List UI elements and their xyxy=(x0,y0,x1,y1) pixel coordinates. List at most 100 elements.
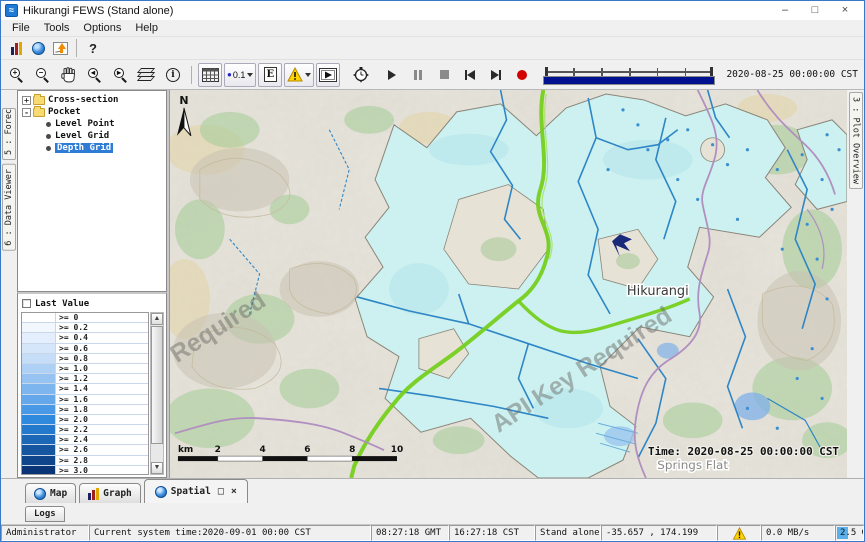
main-area: 5 : Forecast 6 : Data Viewer + Cross-sec… xyxy=(1,90,864,478)
scroll-thumb[interactable] xyxy=(151,326,163,444)
legend-row[interactable]: >= 2.8 xyxy=(22,456,148,466)
tab-data-viewer[interactable]: 6 : Data Viewer xyxy=(2,164,16,251)
legend-row[interactable]: >= 2.2 xyxy=(22,425,148,435)
threshold-dropdown-button[interactable]: ● 0.1 xyxy=(224,63,256,87)
zoom-in-button[interactable]: + xyxy=(5,63,29,87)
tree-item-level-grid[interactable]: Level Grid xyxy=(44,130,166,142)
help-button[interactable]: ? xyxy=(83,38,103,58)
legend-row[interactable]: >= 0.6 xyxy=(22,344,148,354)
database-display-button[interactable] xyxy=(6,38,26,58)
layers-button[interactable] xyxy=(135,63,159,87)
zoom-out-button[interactable]: − xyxy=(31,63,55,87)
timeline-track xyxy=(545,67,713,76)
maximize-button[interactable]: □ xyxy=(800,2,830,19)
pause-button[interactable] xyxy=(406,63,430,87)
legend-row[interactable]: >= 1.8 xyxy=(22,405,148,415)
legend-row[interactable]: >= 0.2 xyxy=(22,323,148,333)
legend-row[interactable]: >= 0.4 xyxy=(22,333,148,343)
tab-close-icon[interactable]: × xyxy=(231,486,237,497)
layers-icon xyxy=(139,68,155,82)
spatial-display-button[interactable] xyxy=(50,38,70,58)
legend-scrollbar[interactable]: ▲ ▼ xyxy=(150,312,164,475)
legend-row[interactable]: >= 2.0 xyxy=(22,415,148,425)
expander-icon[interactable]: + xyxy=(22,96,31,105)
last-value-checkbox[interactable] xyxy=(22,299,31,308)
status-bar: Administrator Current system time:2020-0… xyxy=(1,524,864,541)
legend-list: >= 0 >= 0.2 >= 0.4 >= 0.6 >= 0.8 >= 1.0 … xyxy=(21,312,149,475)
tree-item-depth-grid[interactable]: Depth Grid xyxy=(44,142,166,154)
chart-arrow-icon xyxy=(53,42,68,55)
scroll-up-icon[interactable]: ▲ xyxy=(151,313,163,325)
menu-help[interactable]: Help xyxy=(128,22,165,34)
set-time-button[interactable] xyxy=(349,63,373,87)
tree-item-cross-section[interactable]: + Cross-section xyxy=(20,94,166,106)
tree-item-label: Cross-section xyxy=(48,95,118,105)
toolbar-separator xyxy=(191,66,192,84)
movie-export-button[interactable] xyxy=(316,63,340,87)
legend-color-swatch xyxy=(22,445,56,454)
folder-icon xyxy=(33,108,45,117)
bar-chart-icon xyxy=(88,488,99,500)
tab-map[interactable]: Map xyxy=(25,483,76,503)
labels-button[interactable]: E xyxy=(258,63,282,87)
legend-row[interactable]: >= 1.0 xyxy=(22,364,148,374)
expander-icon[interactable]: - xyxy=(22,108,31,117)
legend-row[interactable]: >= 1.6 xyxy=(22,395,148,405)
tab-restore-icon[interactable]: □ xyxy=(218,486,224,497)
legend-row[interactable]: >= 3.0 xyxy=(22,466,148,475)
stop-icon xyxy=(440,70,449,79)
skip-end-icon xyxy=(491,70,499,80)
warnings-dropdown-button[interactable] xyxy=(284,63,314,87)
legend-row[interactable]: >= 1.4 xyxy=(22,384,148,394)
skip-start-icon xyxy=(467,70,475,80)
menu-tools[interactable]: Tools xyxy=(37,22,77,34)
record-button[interactable] xyxy=(510,63,534,87)
legend-color-swatch xyxy=(22,374,56,383)
status-memory[interactable]: 2.5 GB xyxy=(835,525,864,541)
close-button[interactable]: × xyxy=(830,2,860,19)
scroll-down-icon[interactable]: ▼ xyxy=(151,462,163,474)
map-display-button[interactable] xyxy=(28,38,48,58)
play-icon xyxy=(388,70,396,80)
timeline-datetime: 2020-08-25 00:00:00 CST xyxy=(723,69,861,80)
chevron-down-icon xyxy=(305,73,311,77)
go-to-end-button[interactable] xyxy=(484,63,508,87)
pan-button[interactable] xyxy=(57,63,81,87)
play-button[interactable] xyxy=(380,63,404,87)
go-to-start-button[interactable] xyxy=(458,63,482,87)
tab-forecast[interactable]: 5 : Forecast xyxy=(2,108,16,160)
title-bar: ≈ Hikurangi FEWS (Stand alone) – □ × xyxy=(1,1,864,20)
legend-value-label: >= 2.4 xyxy=(56,435,148,444)
menu-file[interactable]: File xyxy=(5,22,37,34)
tab-spatial[interactable]: Spatial □ × xyxy=(144,479,248,503)
info-button[interactable]: i xyxy=(161,63,185,87)
legend-value-label: >= 0.2 xyxy=(56,323,148,332)
status-warning[interactable] xyxy=(717,525,761,541)
legend-row[interactable]: >= 2.6 xyxy=(22,445,148,455)
tab-graph[interactable]: Graph xyxy=(79,483,141,503)
legend-color-swatch xyxy=(22,313,56,322)
legend-value-label: >= 1.0 xyxy=(56,364,148,373)
logs-tab[interactable]: Logs xyxy=(25,506,65,522)
toolbar-separator xyxy=(76,39,77,57)
legend-row[interactable]: >= 0 xyxy=(22,313,148,323)
map-view[interactable]: API Key Required API Key Required N km 2… xyxy=(169,90,847,478)
tree-item-level-point[interactable]: Level Point xyxy=(44,118,166,130)
legend-color-swatch xyxy=(22,435,56,444)
legend-row[interactable]: >= 2.4 xyxy=(22,435,148,445)
timeline-span-bar[interactable] xyxy=(543,76,715,85)
zoom-previous-button[interactable]: ◂ xyxy=(83,63,107,87)
tree-item-pocket[interactable]: - Pocket xyxy=(20,106,166,118)
map-canvas[interactable]: API Key Required API Key Required N km 2… xyxy=(170,90,847,478)
menu-options[interactable]: Options xyxy=(76,22,128,34)
grid-display-button[interactable] xyxy=(198,63,222,87)
legend-row[interactable]: >= 1.2 xyxy=(22,374,148,384)
legend-color-swatch xyxy=(22,384,56,393)
minimize-button[interactable]: – xyxy=(770,2,800,19)
timeline-slider[interactable] xyxy=(541,64,717,86)
legend-row[interactable]: >= 0.8 xyxy=(22,354,148,364)
tab-map-label: Map xyxy=(50,488,67,499)
zoom-next-button[interactable]: ▸ xyxy=(109,63,133,87)
stop-button[interactable] xyxy=(432,63,456,87)
tab-plot-overview[interactable]: 3 : Plot Overview xyxy=(849,92,863,189)
